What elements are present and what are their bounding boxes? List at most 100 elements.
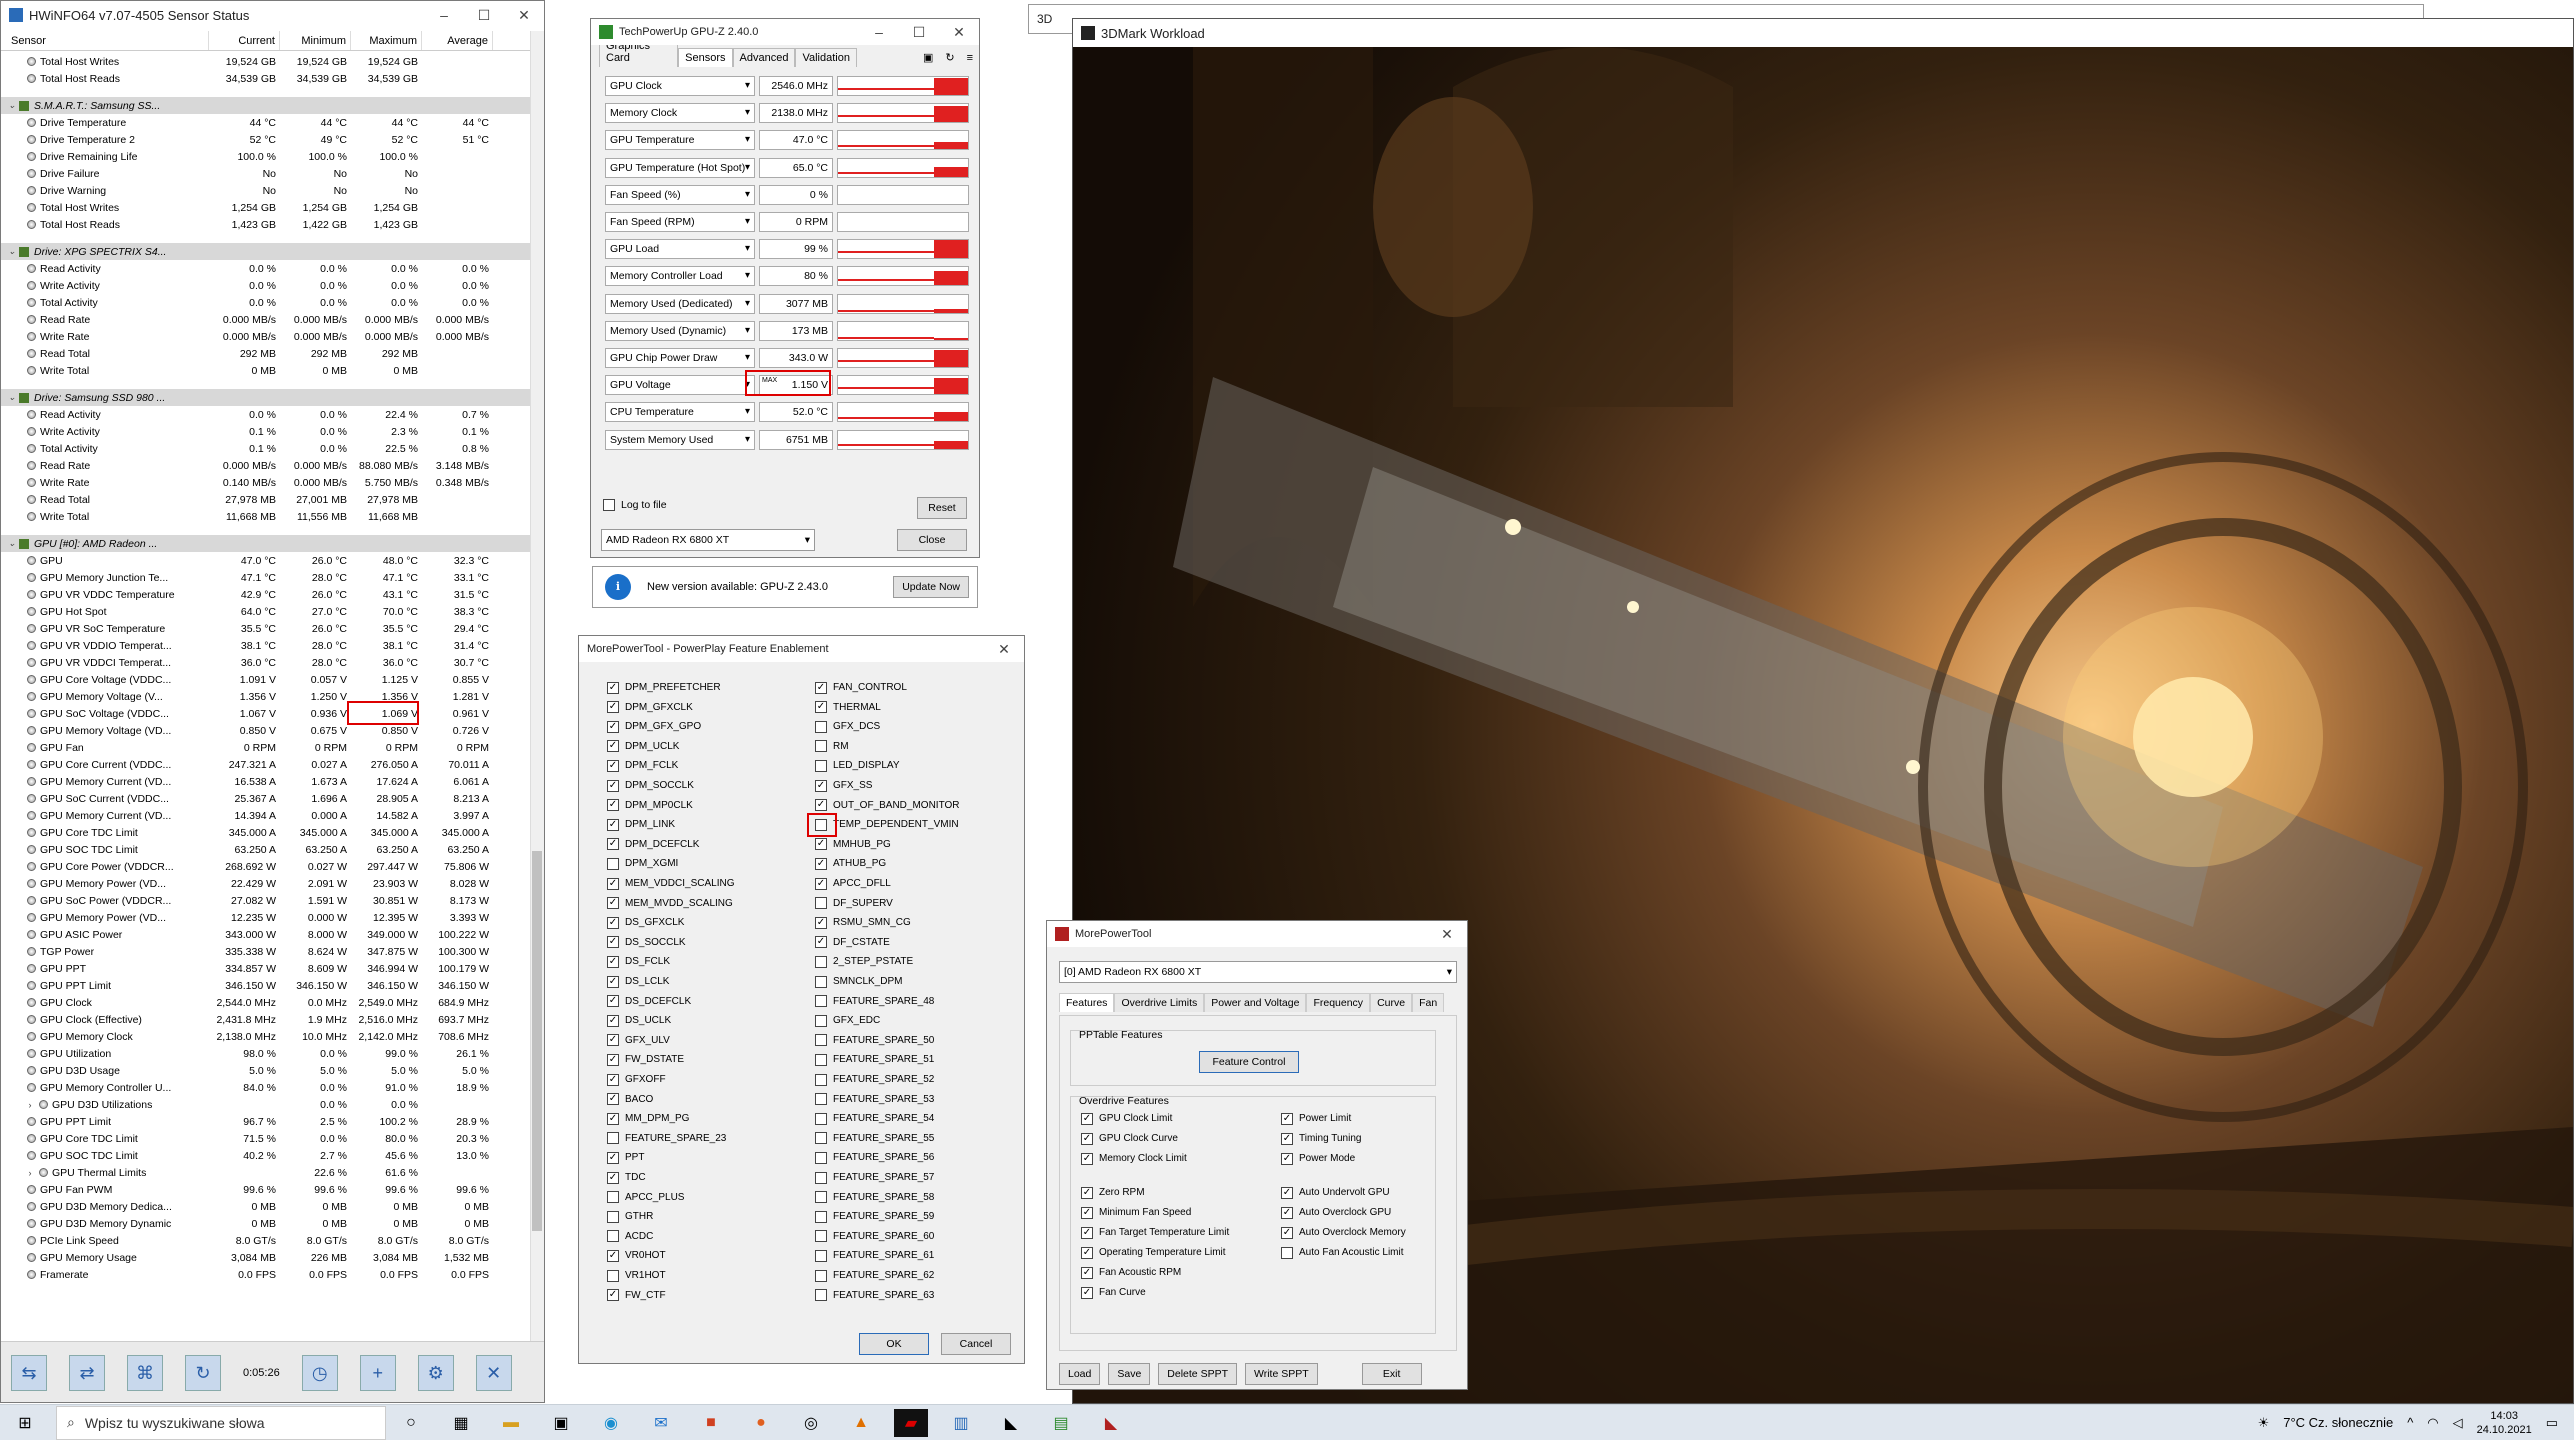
sensor-row[interactable]: GPU VR VDDC Temperature 42.9 °C 26.0 °C 43.… — [1, 586, 531, 603]
checkbox[interactable]: ✓ — [607, 877, 619, 890]
sensor-row[interactable]: PCIe Link Speed 8.0 GT/s 8.0 GT/s 8.0 GT/s 8… — [1, 1232, 531, 1249]
checkbox[interactable]: ✓ — [815, 681, 827, 694]
feature-dpm-uclk[interactable]: ✓ DPM_UCLK — [607, 737, 679, 756]
sensor-name-dropdown[interactable]: Fan Speed (%) — [605, 184, 755, 205]
3dmark-task-icon[interactable]: ◣ — [994, 1409, 1028, 1437]
widgets-icon[interactable]: ▦ — [444, 1409, 478, 1437]
gpu-select[interactable]: [0] AMD Radeon RX 6800 XT ▾ — [1059, 961, 1457, 983]
tab-fan[interactable]: Fan — [1412, 993, 1445, 1012]
feature-close-button[interactable]: ✕ — [984, 636, 1024, 662]
checkbox[interactable]: ✓ — [607, 1014, 619, 1027]
sensor-row[interactable]: GPU Clock (Effective) 2,431.8 MHz 1.9 MHz 2… — [1, 1011, 531, 1028]
checkbox[interactable] — [815, 1249, 827, 1262]
sensor-row[interactable]: GPU Memory Power (VD... 22.429 W 2.091 W 23… — [1, 875, 531, 892]
sensor-row[interactable]: GPU Memory Voltage (VD... 0.850 V 0.675 V 0… — [1, 722, 531, 739]
checkbox[interactable] — [815, 975, 827, 988]
od-gpu-clock-limit[interactable]: ✓ GPU Clock Limit — [1081, 1109, 1172, 1128]
sensor-row[interactable]: GPU Memory Controller U... 84.0 % 0.0 % 91.… — [1, 1079, 531, 1096]
checkbox[interactable]: ✓ — [607, 916, 619, 929]
checkbox[interactable]: ✓ — [1081, 1286, 1093, 1299]
checkbox[interactable]: ✓ — [607, 681, 619, 694]
hwinfo-task-icon[interactable]: ▥ — [944, 1409, 978, 1437]
gpuz-maximize-button[interactable]: ☐ — [899, 19, 939, 45]
feature-df-superv[interactable]: DF_SUPERV — [815, 894, 893, 913]
feature-ds-dcefclk[interactable]: ✓ DS_DCEFCLK — [607, 992, 691, 1011]
clock-icon[interactable]: ◷ — [301, 1355, 338, 1391]
sensor-row[interactable]: GPU SOC TDC Limit 40.2 % 2.7 % 45.6 % 13.0 % — [1, 1147, 531, 1164]
store-icon[interactable]: ▣ — [544, 1409, 578, 1437]
expand-icon[interactable]: › — [23, 1168, 37, 1178]
feature-dpm-gfxclk[interactable]: ✓ DPM_GFXCLK — [607, 698, 693, 717]
checkbox[interactable] — [815, 1171, 827, 1184]
sensor-row[interactable]: GPU Memory Power (VD... 12.235 W 0.000 W 12… — [1, 909, 531, 926]
feature-mmhub-pg[interactable]: ✓ MMHUB_PG — [815, 835, 891, 854]
expand-icon[interactable]: › — [23, 1100, 37, 1110]
checkbox[interactable] — [607, 1230, 619, 1243]
feature-mem-mvdd-scaling[interactable]: ✓ MEM_MVDD_SCALING — [607, 894, 733, 913]
collapse-icon[interactable]: ⌄ — [5, 392, 19, 403]
feature-gfxoff[interactable]: ✓ GFXOFF — [607, 1070, 666, 1089]
sensor-row[interactable]: Write Total 11,668 MB 11,556 MB 11,668 MB — [1, 508, 531, 525]
checkbox[interactable]: ✓ — [1281, 1186, 1293, 1199]
feature-feature-spare-51[interactable]: FEATURE_SPARE_51 — [815, 1050, 934, 1069]
feature-feature-spare-58[interactable]: FEATURE_SPARE_58 — [815, 1188, 934, 1207]
checkbox[interactable]: ✓ — [607, 1289, 619, 1302]
od-fan-acoustic-rpm[interactable]: ✓ Fan Acoustic RPM — [1081, 1263, 1181, 1282]
firefox-icon[interactable]: ● — [744, 1409, 778, 1437]
feature-vr0hot[interactable]: ✓ VR0HOT — [607, 1246, 666, 1265]
col-maximum[interactable]: Maximum — [351, 31, 422, 50]
sensor-name-dropdown[interactable]: CPU Temperature — [605, 402, 755, 423]
col-average[interactable]: Average — [422, 31, 493, 50]
feature-dpm-dcefclk[interactable]: ✓ DPM_DCEFCLK — [607, 835, 699, 854]
sensor-row[interactable]: GPU ASIC Power 343.000 W 8.000 W 349.000 W 1… — [1, 926, 531, 943]
sensor-row[interactable]: GPU SoC Current (VDDC... 25.367 A 1.696 A 2… — [1, 790, 531, 807]
checkbox[interactable]: ✓ — [607, 818, 619, 831]
network-icon[interactable]: ⌘ — [127, 1355, 163, 1391]
checkbox[interactable]: ✓ — [607, 799, 619, 812]
feature-control-button[interactable]: Feature Control — [1199, 1051, 1299, 1073]
settings-icon[interactable]: ⚙ — [417, 1355, 454, 1391]
checkbox[interactable] — [815, 1034, 827, 1047]
checkbox[interactable]: ✓ — [1081, 1112, 1093, 1125]
sensor-name-dropdown[interactable]: Memory Used (Dynamic) — [605, 320, 755, 341]
feature-thermal[interactable]: ✓ THERMAL — [815, 698, 881, 717]
sensor-row[interactable]: GPU D3D Memory Dynamic 0 MB 0 MB 0 MB 0 MB — [1, 1215, 531, 1232]
feature-ds-lclk[interactable]: ✓ DS_LCLK — [607, 972, 669, 991]
checkbox[interactable]: ✓ — [815, 701, 827, 714]
checkbox[interactable] — [1281, 1246, 1293, 1259]
msi-icon[interactable]: ▰ — [894, 1408, 928, 1437]
vlc-icon[interactable]: ▲ — [844, 1409, 878, 1437]
checkbox[interactable] — [607, 857, 619, 870]
checkbox[interactable] — [815, 1132, 827, 1145]
checkbox[interactable]: ✓ — [1281, 1112, 1293, 1125]
mpt-close-button[interactable]: ✕ — [1427, 921, 1467, 947]
notifications-icon[interactable]: ▭ — [2546, 1415, 2558, 1431]
gpuz-window[interactable]: TechPowerUp GPU-Z 2.40.0 – ☐ ✕ Graphics Ca… — [590, 18, 980, 558]
feature-vr1hot[interactable]: VR1HOT — [607, 1266, 666, 1285]
feature-baco[interactable]: ✓ BACO — [607, 1090, 653, 1109]
add-icon[interactable]: + — [359, 1355, 396, 1391]
delete-sppt-button[interactable]: Delete SPPT — [1158, 1363, 1237, 1385]
morepowertool-window[interactable]: MorePowerTool ✕ [0] AMD Radeon RX 6800 X… — [1046, 920, 1468, 1390]
feature-out-of-band-monitor[interactable]: ✓ OUT_OF_BAND_MONITOR — [815, 796, 960, 815]
feature-rsmu-smn-cg[interactable]: ✓ RSMU_SMN_CG — [815, 913, 911, 932]
update-now-button[interactable]: Update Now — [893, 576, 969, 598]
checkbox[interactable]: ✓ — [607, 1171, 619, 1184]
sensor-row[interactable]: Read Rate 0.000 MB/s 0.000 MB/s 88.080 MB/s… — [1, 457, 531, 474]
feature-ppt[interactable]: ✓ PPT — [607, 1148, 644, 1167]
device-select[interactable]: AMD Radeon RX 6800 XT ▾ — [601, 529, 815, 551]
checkbox[interactable]: ✓ — [607, 897, 619, 910]
checkbox[interactable] — [815, 1093, 827, 1106]
sensor-row[interactable]: Total Host Writes 1,254 GB 1,254 GB 1,254 G… — [1, 199, 531, 216]
feature-ds-socclk[interactable]: ✓ DS_SOCCLK — [607, 933, 686, 952]
sensor-row[interactable]: GPU Memory Clock 2,138.0 MHz 10.0 MHz 2,142… — [1, 1028, 531, 1045]
checkbox[interactable] — [815, 1073, 827, 1086]
feature-gthr[interactable]: GTHR — [607, 1207, 653, 1226]
sensor-row[interactable]: Framerate 0.0 FPS 0.0 FPS 0.0 FPS 0.0 FPS — [1, 1266, 531, 1283]
sensor-row[interactable]: Total Host Reads 1,423 GB 1,422 GB 1,423 GB — [1, 216, 531, 233]
feature-apcc-dfll[interactable]: ✓ APCC_DFLL — [815, 874, 891, 893]
checkbox[interactable]: ✓ — [607, 936, 619, 949]
close-gpuz-button[interactable]: Close — [897, 529, 967, 551]
checkbox[interactable] — [607, 1132, 619, 1145]
sensor-row[interactable]: Total Host Reads 34,539 GB 34,539 GB 34,539… — [1, 70, 531, 87]
